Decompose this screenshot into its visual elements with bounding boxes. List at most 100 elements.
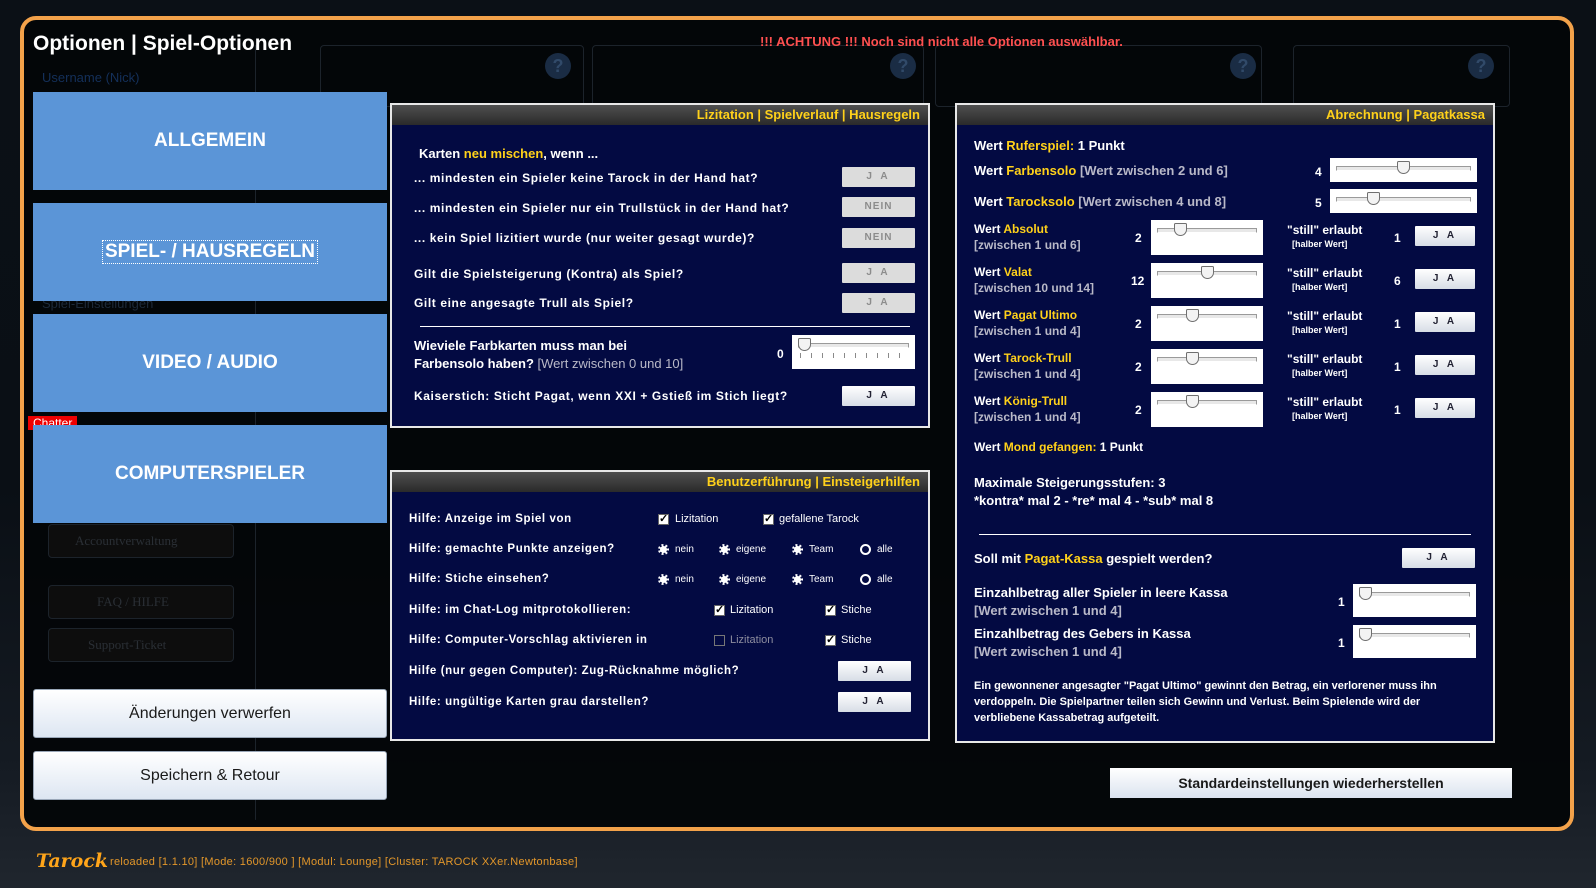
ruecknahme-toggle[interactable]: J A xyxy=(838,661,911,681)
gefallene-tarock-checkbox[interactable]: ✓ xyxy=(763,514,774,525)
tarocksolo-value: 5 xyxy=(1315,196,1322,210)
einzahl-alle-value: 1 xyxy=(1338,595,1345,609)
value-slider[interactable] xyxy=(1151,392,1263,427)
value-slider[interactable] xyxy=(1151,220,1263,255)
menu-allgemein[interactable]: ALLGEMEIN xyxy=(33,92,387,190)
still-toggle[interactable]: J A xyxy=(1415,398,1475,418)
kassa-toggle[interactable]: J A xyxy=(1402,548,1475,568)
value-slider[interactable] xyxy=(1151,349,1263,384)
farbkarten-slider[interactable] xyxy=(792,335,915,369)
punkte-eigene-radio[interactable] xyxy=(719,544,730,555)
chatlog-stiche-checkbox[interactable]: ✓ xyxy=(825,605,836,616)
slider-track xyxy=(1157,357,1257,362)
discard-button[interactable]: Änderungen verwerfen xyxy=(33,689,387,738)
steigerung-line2: *kontra* mal 2 - *re* mal 4 - *sub* mal … xyxy=(974,493,1214,508)
grau-toggle[interactable]: J A xyxy=(838,692,911,712)
slider-thumb[interactable] xyxy=(1359,628,1372,641)
slider-thumb[interactable] xyxy=(798,338,811,351)
einzahl-alle-slider[interactable] xyxy=(1353,584,1476,617)
restore-defaults-button[interactable]: Standardeinstellungen wiederherstellen xyxy=(1110,768,1512,798)
slider-thumb[interactable] xyxy=(1367,192,1380,205)
ghost-label: Accountverwaltung xyxy=(75,533,178,548)
kassa-label: Soll mit Pagat-Kassa gespielt werden? xyxy=(974,551,1212,566)
punkte-alle-radio[interactable] xyxy=(860,544,871,555)
rule-toggle[interactable]: J A xyxy=(842,293,915,313)
stiche-team-radio[interactable] xyxy=(792,574,803,585)
ruferspiel-b: Ruferspiel: xyxy=(1006,138,1075,153)
still-number: 1 xyxy=(1394,317,1401,331)
menu-computerspieler[interactable]: COMPUTERSPIELER xyxy=(33,425,387,523)
ghost-username: Username (Nick) xyxy=(42,70,140,85)
ghost-label: Support-Ticket xyxy=(88,637,167,652)
option-label: Stiche xyxy=(841,634,872,646)
value-slider[interactable] xyxy=(1151,306,1263,341)
still-number: 1 xyxy=(1394,403,1401,417)
slider-thumb[interactable] xyxy=(1186,309,1199,322)
rule-toggle[interactable]: NEIN xyxy=(842,197,915,217)
einzahl-geber-slider[interactable] xyxy=(1353,625,1476,658)
farbensolo-b: Farbensolo xyxy=(1006,163,1077,178)
hilfe-vorschlag-label: Hilfe: Computer-Vorschlag aktivieren in xyxy=(409,634,648,646)
einzahl-geber-value: 1 xyxy=(1338,636,1345,650)
lizitation-checkbox[interactable]: ✓ xyxy=(658,514,669,525)
still-label: "still" erlaubt xyxy=(1287,266,1363,280)
slider-thumb[interactable] xyxy=(1359,587,1372,600)
hilfe-anzeige-label: Hilfe: Anzeige im Spiel von xyxy=(409,513,572,525)
rule-label: Gilt die Spielsteigerung (Kontra) als Sp… xyxy=(414,267,684,281)
kassa-info: Ein gewonnener angesagter "Pagat Ultimo"… xyxy=(974,680,1437,724)
shuffle-intro-b: neu mischen xyxy=(463,146,544,161)
panel-title: Abrechnung | Pagatkassa xyxy=(957,105,1493,125)
value-number: 2 xyxy=(1135,360,1142,374)
vorschlag-stiche-checkbox[interactable]: ✓ xyxy=(825,635,836,646)
rule-toggle[interactable]: J A xyxy=(842,263,915,283)
kaiserstich-toggle[interactable]: J A xyxy=(842,386,915,406)
farbensolo-slider[interactable] xyxy=(1330,158,1477,182)
rule-toggle[interactable]: NEIN xyxy=(842,228,915,248)
still-toggle[interactable]: J A xyxy=(1415,355,1475,375)
value-label-a: Wert xyxy=(974,394,1004,408)
save-return-button[interactable]: Speichern & Retour xyxy=(33,751,387,800)
value-range: [zwischen 1 und 6] xyxy=(974,238,1081,252)
value-number: 2 xyxy=(1135,403,1142,417)
value-label-b: Absolut xyxy=(1003,222,1049,236)
separator xyxy=(979,534,1471,535)
value-number: 2 xyxy=(1135,317,1142,331)
rule-label: ... mindesten ein Spieler nur ein Trulls… xyxy=(414,201,790,215)
vorschlag-lizitation-checkbox[interactable] xyxy=(714,635,725,646)
kassa-b: Pagat-Kassa xyxy=(1024,551,1103,566)
value-range: [zwischen 1 und 4] xyxy=(974,367,1081,381)
chatlog-lizitation-checkbox[interactable]: ✓ xyxy=(714,605,725,616)
slider-thumb[interactable] xyxy=(1186,395,1199,408)
tarocksolo-slider[interactable] xyxy=(1330,189,1477,213)
einzahl-alle-label: Einzahlbetrag aller Spieler in leere Kas… xyxy=(974,585,1228,600)
slider-thumb[interactable] xyxy=(1201,266,1214,279)
mond-label: Wert Mond gefangen: 1 Punkt xyxy=(974,440,1143,454)
rule-toggle[interactable]: J A xyxy=(842,167,915,187)
value-slider[interactable] xyxy=(1151,263,1263,298)
menu-spiel-hausregeln[interactable]: SPIEL- / HAUSREGELN xyxy=(33,203,387,301)
still-toggle[interactable]: J A xyxy=(1415,226,1475,246)
stiche-eigene-radio[interactable] xyxy=(719,574,730,585)
slider-thumb[interactable] xyxy=(1186,352,1199,365)
punkte-nein-radio[interactable] xyxy=(658,544,669,555)
value-label-b: König-Trull xyxy=(1003,394,1068,408)
slider-thumb[interactable] xyxy=(1174,223,1187,236)
value-label-a: Wert xyxy=(974,222,1004,236)
option-label: alle xyxy=(877,544,893,555)
menu-video-audio[interactable]: VIDEO / AUDIO xyxy=(33,314,387,412)
stiche-nein-radio[interactable] xyxy=(658,574,669,585)
value-range: [zwischen 1 und 4] xyxy=(974,410,1081,424)
halber-label: [halber Wert] xyxy=(1292,239,1348,249)
ruferspiel-label: Wert Ruferspiel: 1 Punkt xyxy=(974,138,1125,153)
slider-ticks xyxy=(800,353,907,358)
slider-thumb[interactable] xyxy=(1397,161,1410,174)
farbkarten-line2: Farbensolo haben? xyxy=(414,356,534,371)
farbkarten-range: [Wert zwischen 0 und 10] xyxy=(537,356,684,371)
still-toggle[interactable]: J A xyxy=(1415,312,1475,332)
farbkarten-line1: Wieviele Farbkarten muss man bei xyxy=(414,338,628,353)
stiche-alle-radio[interactable] xyxy=(860,574,871,585)
punkte-team-radio[interactable] xyxy=(792,544,803,555)
slider-track xyxy=(1359,633,1470,638)
halber-label: [halber Wert] xyxy=(1292,325,1348,335)
still-toggle[interactable]: J A xyxy=(1415,269,1475,289)
